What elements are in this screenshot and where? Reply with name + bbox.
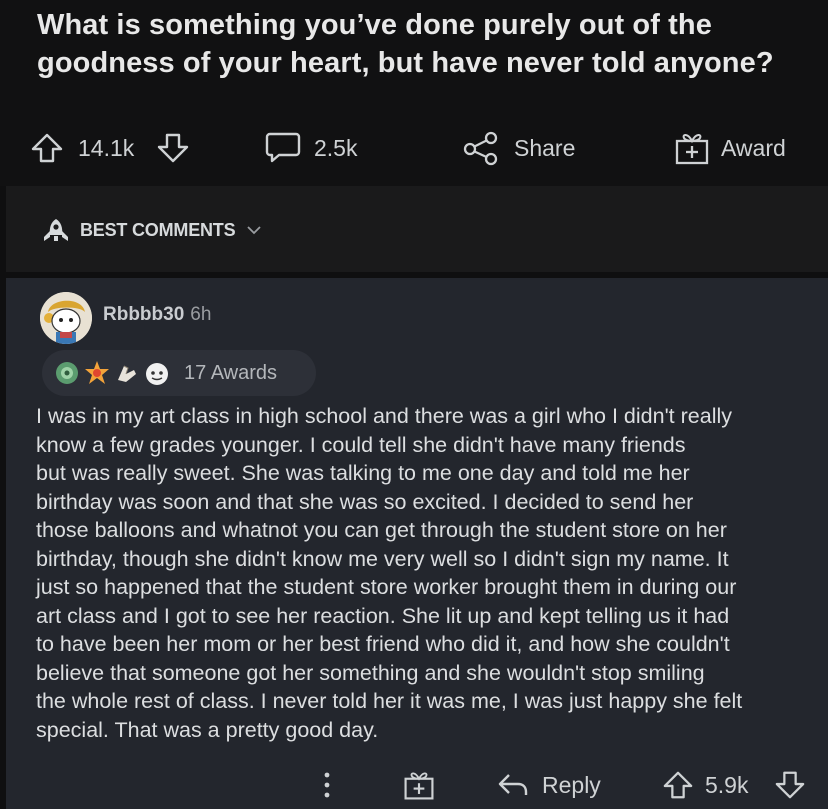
comment-line: just so happened that the student store … bbox=[36, 575, 737, 599]
comment-line: birthday was soon and that she was so ex… bbox=[36, 489, 694, 514]
downvote-button[interactable] bbox=[156, 126, 190, 170]
reply-icon bbox=[498, 774, 528, 795]
award-label: Award bbox=[721, 134, 786, 161]
comment-line: I was in my art class in high school and… bbox=[36, 404, 733, 428]
post-header: What is something you’ve done purely out… bbox=[0, 0, 828, 186]
upvote-icon[interactable] bbox=[30, 131, 64, 165]
username[interactable]: Rbbbb30 bbox=[103, 304, 184, 325]
avatar[interactable] bbox=[40, 292, 92, 344]
comment-line: art class and I got to see her reaction.… bbox=[36, 603, 730, 628]
comment-line: the whole rest of class. I never told he… bbox=[36, 689, 743, 713]
comment-line: birthday, though she didn't know me very… bbox=[36, 546, 729, 571]
share-button[interactable]: Share bbox=[462, 126, 575, 170]
comment-card: Rbbbb30 6h 17 Awards I was in my art cla… bbox=[6, 278, 828, 809]
sort-dropdown[interactable]: BEST COMMENTS bbox=[40, 216, 263, 244]
post-title[interactable]: What is something you’ve done purely out… bbox=[37, 6, 797, 82]
comment-body: I was in my art class in high school and… bbox=[36, 402, 822, 744]
sort-bar: BEST COMMENTS bbox=[6, 186, 828, 272]
award-icon bbox=[404, 772, 434, 800]
reply-label: Reply bbox=[542, 771, 601, 798]
more-vertical-icon bbox=[324, 772, 330, 798]
award-icon bbox=[675, 134, 709, 165]
award-snoo-icon bbox=[144, 360, 170, 386]
comment-score: 5.9k bbox=[705, 771, 749, 798]
downvote-icon bbox=[775, 771, 805, 799]
chevron-down-icon bbox=[247, 226, 262, 235]
comment-age: 6h bbox=[190, 304, 212, 325]
comment-upvote-button[interactable] bbox=[662, 762, 694, 808]
share-label: Share bbox=[514, 134, 576, 161]
reply-button[interactable]: Reply bbox=[496, 762, 601, 808]
downvote-icon[interactable] bbox=[156, 131, 190, 165]
comment-count: 2.5k bbox=[314, 134, 358, 161]
comment-downvote-button[interactable] bbox=[774, 762, 806, 808]
sort-label: BEST COMMENTS bbox=[80, 219, 236, 240]
share-icon bbox=[463, 131, 498, 166]
upvote-button[interactable] bbox=[30, 126, 64, 170]
comment-line: those balloons and whatnot you can get t… bbox=[36, 518, 727, 542]
more-options-button[interactable] bbox=[322, 762, 332, 808]
post-action-bar: 14.1k 2.5k Share Award bbox=[0, 126, 828, 170]
comment-line: but was really sweet. She was talking to… bbox=[36, 461, 690, 485]
upvote-icon bbox=[663, 771, 693, 799]
post-title-line: What is something you’ve done purely out… bbox=[37, 9, 712, 41]
rocket-icon bbox=[44, 219, 68, 241]
comment-action-bar: Reply 5.9k bbox=[6, 762, 828, 808]
comment-line: special. That was a pretty good day. bbox=[36, 717, 379, 742]
awards-pill[interactable]: 17 Awards bbox=[42, 350, 316, 396]
post-score: 14.1k bbox=[78, 134, 135, 161]
comment-author-line: Rbbbb30 6h bbox=[103, 304, 211, 326]
award-wholesome-icon bbox=[54, 360, 80, 386]
awards-count: 17 Awards bbox=[184, 361, 278, 384]
award-star-icon bbox=[84, 360, 110, 386]
comment-icon bbox=[265, 132, 301, 163]
comment-award-button[interactable] bbox=[402, 762, 436, 808]
award-hands-icon bbox=[114, 360, 140, 386]
award-button[interactable]: Award bbox=[673, 126, 786, 170]
comment-line: to have been her mom or her best friend … bbox=[36, 632, 730, 656]
post-title-line: goodness of your heart, but have never t… bbox=[37, 47, 774, 79]
comment-line: believe that someone got her something a… bbox=[36, 660, 705, 685]
comments-button[interactable]: 2.5k bbox=[264, 126, 357, 170]
comment-line: know a few grades younger. I could tell … bbox=[36, 432, 686, 457]
